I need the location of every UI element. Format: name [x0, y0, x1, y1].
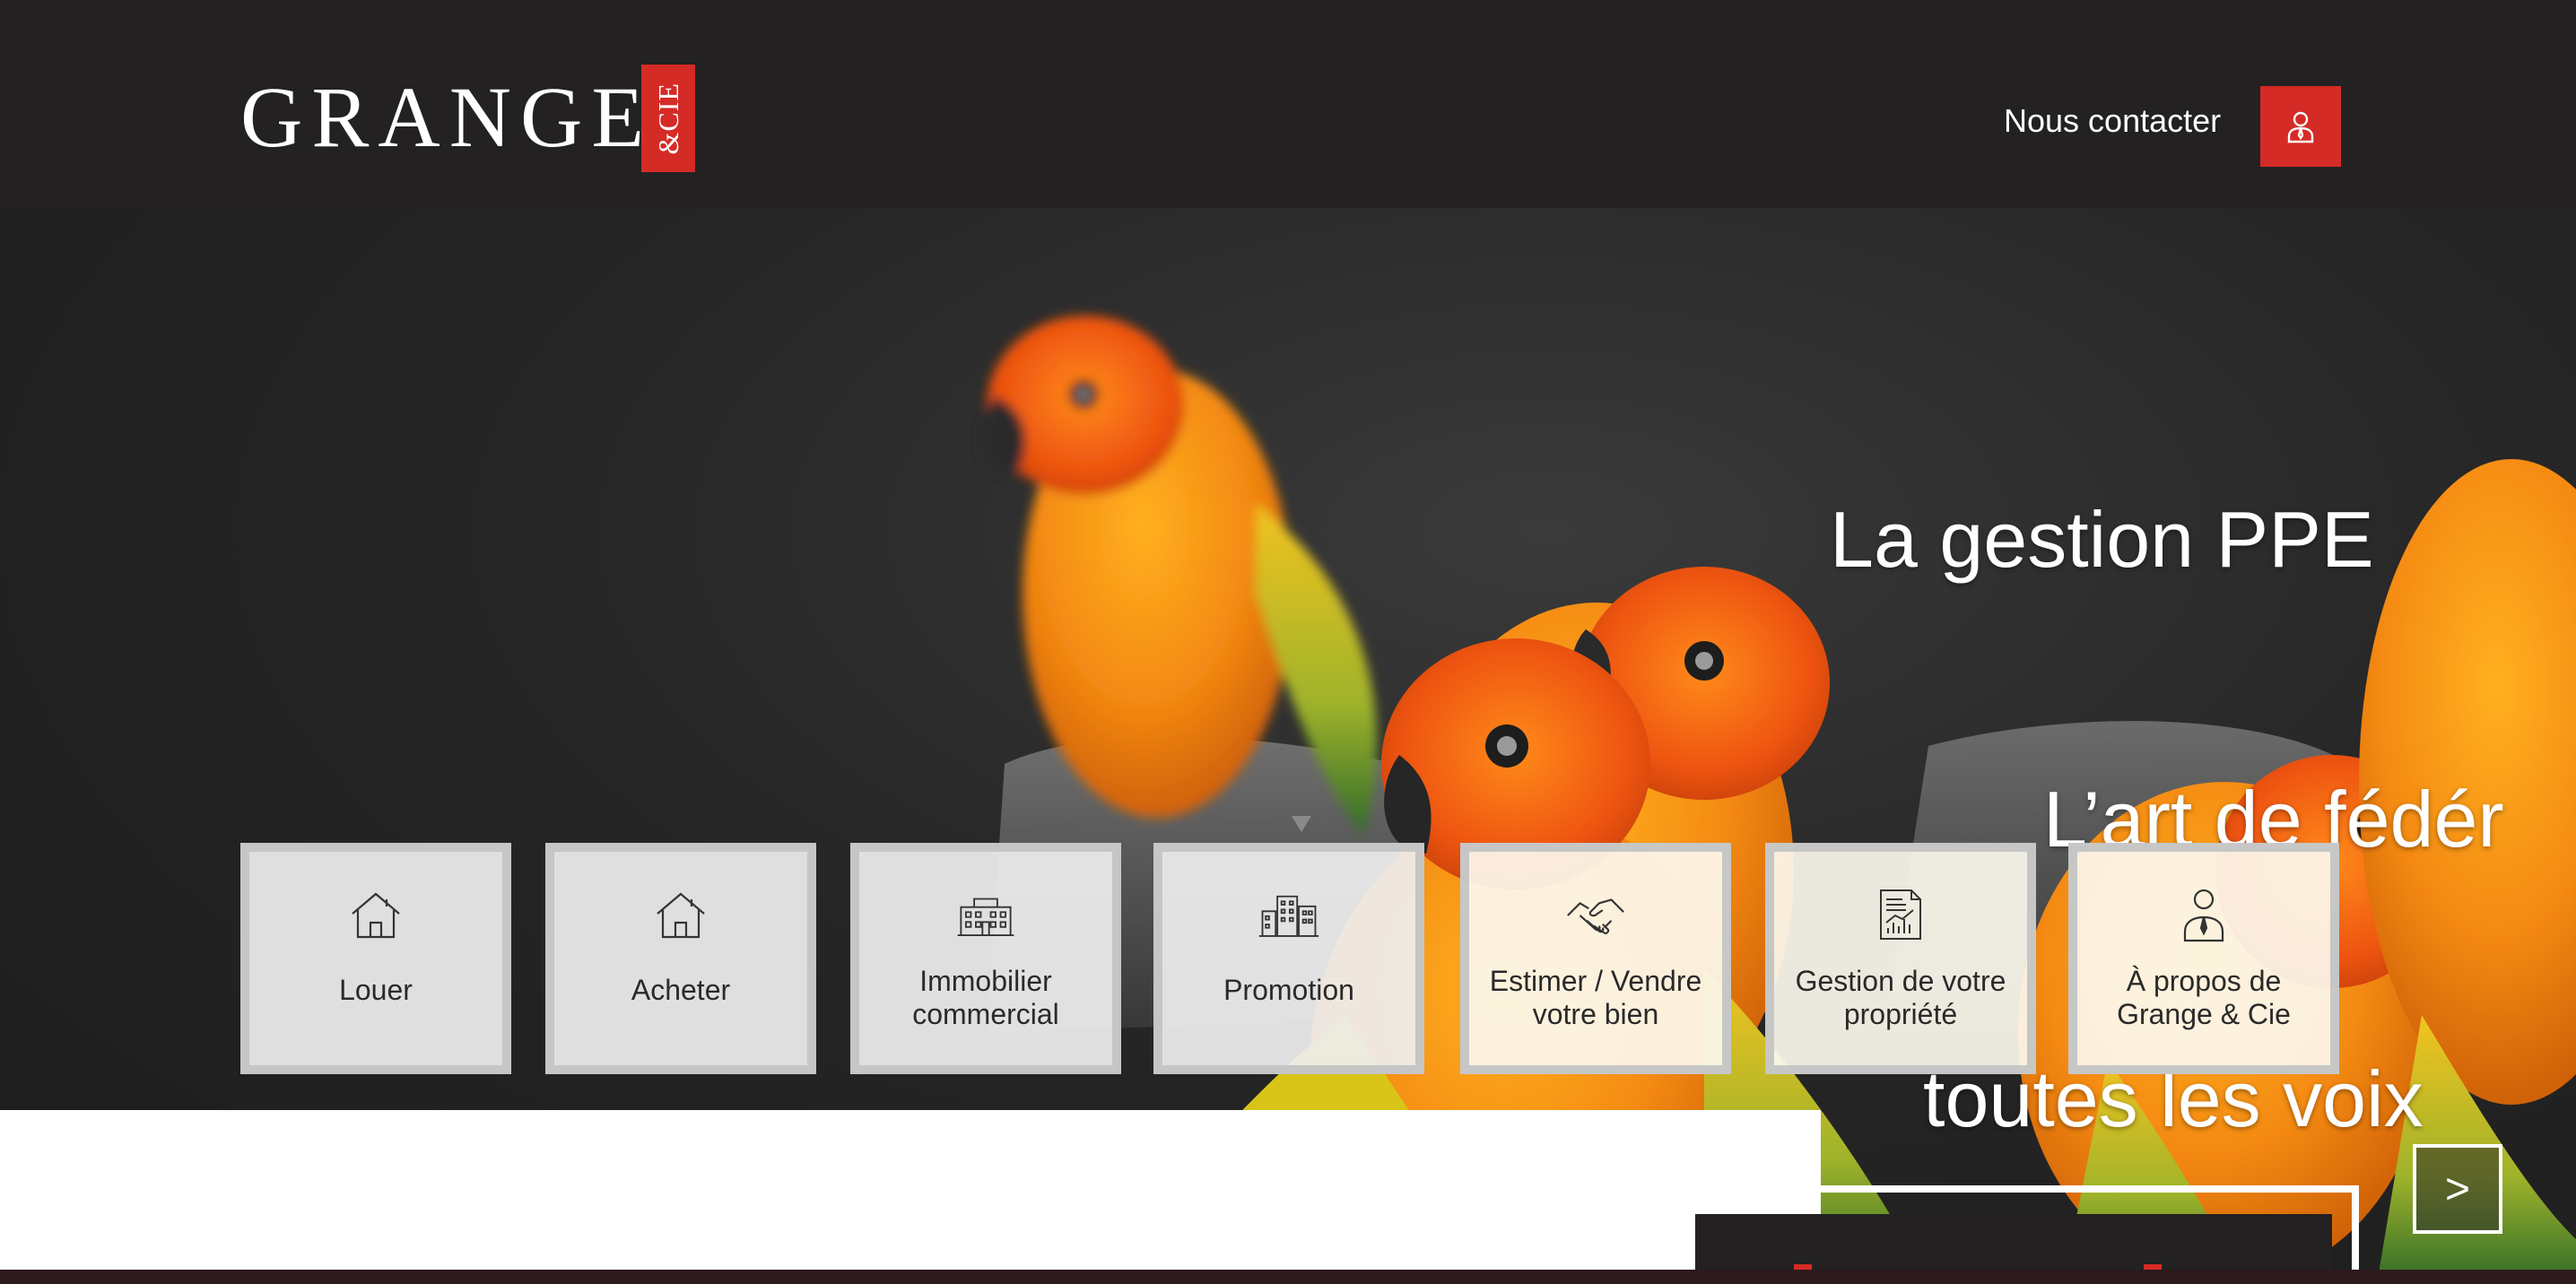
tile-label: Gestion de votre propriété [1795, 965, 2006, 1030]
tile-a-propos[interactable]: À propos de Grange & Cie [2068, 843, 2339, 1074]
handshake-icon [1564, 886, 1627, 943]
tile-label: Immobilier commercial [912, 965, 1059, 1030]
tile-gestion-propriete[interactable]: Gestion de votre propriété [1765, 843, 2036, 1074]
tile-label: À propos de Grange & Cie [2117, 965, 2291, 1030]
tile-label: Estimer / Vendre votre bien [1489, 965, 1702, 1030]
active-tile-pointer [1292, 816, 1311, 832]
logo-wordmark: GRANGE [240, 69, 653, 165]
house-icon [649, 886, 712, 943]
carousel-next-button[interactable]: > [2413, 1144, 2502, 1234]
content-panel [0, 1110, 1821, 1284]
report-chart-icon [1869, 886, 1932, 943]
house-icon [344, 886, 407, 943]
tile-estimer-vendre[interactable]: Estimer / Vendre votre bien [1460, 843, 1731, 1074]
page-bottom-edge [0, 1270, 2576, 1284]
tile-louer[interactable]: Louer [240, 843, 511, 1074]
tile-immobilier-commercial[interactable]: Immobilier commercial [850, 843, 1121, 1074]
hero-headline-line-1: La gestion PPE [1830, 495, 2374, 584]
person-icon [2172, 886, 2235, 943]
tile-label: Acheter [631, 974, 731, 1006]
logo-badge-text: &CIE [651, 82, 684, 155]
user-icon [2287, 111, 2314, 143]
tile-label: Louer [339, 974, 413, 1006]
contact-link[interactable]: Nous contacter [2004, 102, 2221, 140]
logo-badge: &CIE [641, 65, 695, 172]
tile-promotion[interactable]: Promotion [1153, 843, 1424, 1074]
buildings-icon [1258, 886, 1320, 943]
tile-acheter[interactable]: Acheter [545, 843, 816, 1074]
hero-headline: La gestion PPE L’art de fédér toutes les… [1830, 307, 2504, 1284]
account-button[interactable] [2260, 86, 2341, 167]
site-header: GRANGE &CIE Nous contacter [0, 0, 2576, 208]
page: GRANGE &CIE Nous contacter La gestion PP… [0, 0, 2576, 1284]
office-building-icon [954, 886, 1017, 943]
service-tiles: Louer Acheter Immobilier commercial Prom… [240, 843, 2339, 1074]
tile-label: Promotion [1223, 974, 1354, 1006]
logo[interactable]: GRANGE &CIE [240, 63, 695, 172]
